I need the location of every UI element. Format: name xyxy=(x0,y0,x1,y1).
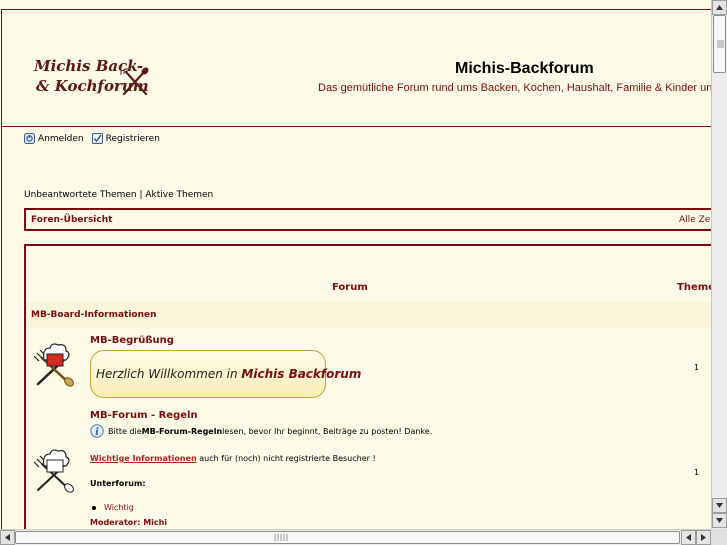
important-info-line: Wichtige Informationen auch für (noch) n… xyxy=(90,454,376,463)
arrow-right-icon xyxy=(701,534,706,541)
welcome-banner: Herzlich Willkommen in Michis Backforum xyxy=(90,350,361,398)
scroll-up-button[interactable] xyxy=(712,0,727,15)
forum-topic-count: 1 xyxy=(694,468,700,477)
moderator-link[interactable]: Moderator: Michi xyxy=(90,518,167,527)
scroll-left-button-2[interactable] xyxy=(681,530,696,545)
horizontal-scrollbar[interactable] xyxy=(0,529,711,545)
arrow-left-icon xyxy=(5,534,10,541)
important-info-link[interactable]: Wichtige Informationen xyxy=(90,454,197,463)
forum-table: Forum Themen MB-Board-Informationen MB-B… xyxy=(24,244,711,529)
category-link[interactable]: MB-Board-Informationen xyxy=(31,310,157,320)
rules-desc-suffix: lesen, bevor Ihr beginnt, Beiträge zu po… xyxy=(222,426,433,436)
site-title: Michis-Backforum xyxy=(455,60,594,77)
breadcrumb-index-link[interactable]: Foren-Übersicht xyxy=(31,215,112,225)
crossed-utensils-icon xyxy=(120,67,149,96)
user-navigation: Anmelden Registrieren xyxy=(24,133,168,144)
scroll-left-button[interactable] xyxy=(0,530,15,545)
site-logo[interactable]: Michis Back- & Kochforum xyxy=(34,56,164,110)
rules-desc-bold: MB-Forum-Regeln xyxy=(141,426,223,436)
chef-hat-utensils-icon xyxy=(33,449,74,493)
chef-hat-utensils-icon xyxy=(33,343,74,387)
subforum-label: Unterforum: xyxy=(90,479,146,488)
register-label: Registrieren xyxy=(105,133,160,144)
login-link[interactable]: Anmelden xyxy=(24,133,84,144)
login-icon xyxy=(24,133,35,144)
scroll-down-button-2[interactable] xyxy=(712,513,727,528)
register-link[interactable]: Registrieren xyxy=(91,133,160,144)
register-icon xyxy=(91,133,103,144)
column-header-topics: Themen xyxy=(677,282,711,293)
arrow-down-icon xyxy=(716,503,723,508)
vertical-scroll-thumb[interactable] xyxy=(713,15,726,73)
vertical-scrollbar[interactable] xyxy=(711,0,727,529)
quick-links: Unbeantwortete Themen | Aktive Themen xyxy=(24,190,213,200)
arrow-up-icon xyxy=(716,5,723,10)
svg-text:i: i xyxy=(95,427,99,438)
site-description: Das gemütliche Forum rund ums Backen, Ko… xyxy=(318,82,711,94)
welcome-text: Herzlich Willkommen in Michis Backforum xyxy=(96,367,361,381)
login-label: Anmelden xyxy=(38,133,84,144)
column-header-forum: Forum xyxy=(332,282,368,293)
page-viewport: Michis Back- & Kochforum Michis-Backforu… xyxy=(0,0,711,529)
scrollbar-corner xyxy=(711,529,727,545)
welcome-prefix: Herzlich Willkommen in xyxy=(96,367,242,381)
arrow-down-icon xyxy=(716,518,723,523)
breadcrumb-bar: Foren-Übersicht Alle Zeite xyxy=(24,208,711,231)
welcome-forum-name: Michis Backforum xyxy=(241,367,362,381)
rules-desc-prefix: Bitte die xyxy=(108,426,142,436)
grip-icon xyxy=(274,534,288,541)
horizontal-scroll-thumb[interactable] xyxy=(15,531,680,544)
info-icon: i xyxy=(90,424,104,438)
forum-link-regeln[interactable]: MB-Forum - Regeln xyxy=(90,410,198,421)
site-header: Michis Back- & Kochforum Michis-Backforu… xyxy=(2,10,711,127)
subforum-link-wichtig[interactable]: Wichtig xyxy=(90,503,134,512)
active-topics-link[interactable]: Aktive Themen xyxy=(145,190,213,200)
forum-link-begruessung[interactable]: MB-Begrüßung xyxy=(90,335,174,346)
scroll-right-button[interactable] xyxy=(696,530,711,545)
forum-description: i Bitte die MB-Forum-Regeln lesen, bevor… xyxy=(90,424,432,438)
arrow-left-icon xyxy=(686,534,691,541)
timezone-note: Alle Zeite xyxy=(679,215,711,225)
scroll-down-button-1[interactable] xyxy=(712,498,727,513)
important-info-suffix: auch für (noch) nicht registrierte Besuc… xyxy=(196,454,376,463)
grip-icon xyxy=(717,40,724,48)
unanswered-topics-link[interactable]: Unbeantwortete Themen xyxy=(24,190,137,200)
category-row: MB-Board-Informationen xyxy=(26,302,711,328)
forum-topic-count: 1 xyxy=(694,363,700,372)
